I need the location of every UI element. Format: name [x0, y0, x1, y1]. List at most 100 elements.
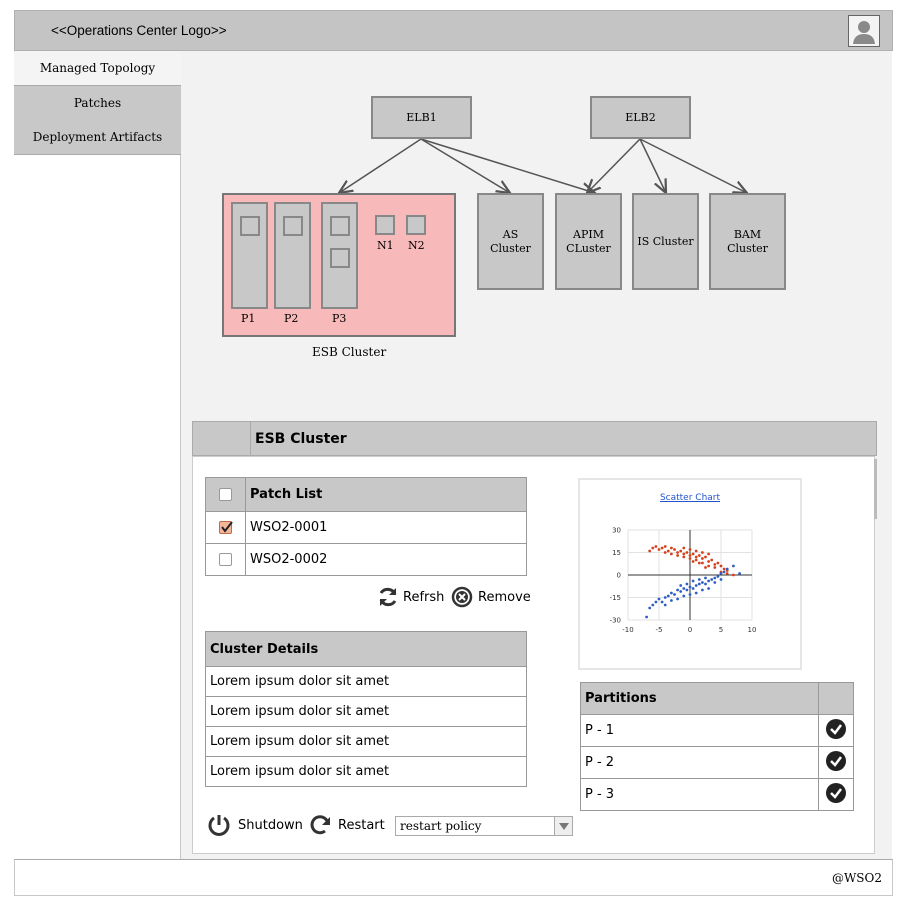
select-all-checkbox[interactable] — [219, 488, 232, 501]
data-point — [648, 606, 652, 610]
partition-status-cell — [818, 714, 854, 747]
check-circle-icon — [826, 718, 846, 739]
data-point — [707, 560, 710, 563]
patch-list-header: Patch List — [245, 477, 527, 512]
x-tick-label: 10 — [748, 626, 757, 634]
label-n1: N1 — [377, 239, 394, 252]
data-point — [657, 597, 661, 601]
as-cluster-node[interactable]: AS Cluster — [477, 193, 544, 290]
row-checkbox-cell[interactable] — [205, 511, 246, 544]
top-header: <<Operations Center Logo>> — [14, 10, 893, 51]
panel-scrollbar[interactable] — [874, 459, 877, 519]
partition-p1[interactable] — [231, 202, 268, 309]
data-point — [710, 578, 714, 581]
user-icon — [853, 21, 875, 44]
table-row: Lorem ipsum dolor sit amet — [205, 666, 527, 697]
data-point — [682, 587, 686, 590]
scatter-chart: -10 -5 0 5 10 30 15 0 -15 -30 — [610, 527, 757, 635]
y-tick-label: -30 — [610, 617, 621, 625]
bam-cluster-node[interactable]: BAM Cluster — [709, 193, 786, 290]
data-point — [691, 560, 695, 563]
sidebar-item-managed-topology[interactable]: Managed Topology — [14, 51, 181, 86]
data-point — [694, 549, 698, 553]
data-point — [654, 545, 658, 548]
data-point — [691, 579, 695, 583]
data-point — [701, 551, 704, 554]
p3-slot-1 — [330, 216, 350, 236]
data-point — [707, 564, 710, 568]
label-p3: P3 — [332, 312, 347, 325]
sidebar-item-patches[interactable]: Patches — [14, 86, 181, 121]
apim-cluster-node[interactable]: APIM CLuster — [555, 193, 622, 290]
panel-title: ESB Cluster — [255, 431, 347, 447]
header-divider — [250, 422, 251, 455]
node-n1[interactable] — [375, 215, 395, 235]
data-point — [688, 548, 692, 551]
table-row: Lorem ipsum dolor sit amet — [205, 756, 527, 787]
shutdown-button[interactable]: Shutdown — [207, 813, 303, 837]
data-point — [660, 546, 664, 550]
elb1-node[interactable]: ELB1 — [371, 96, 472, 139]
table-row[interactable]: WSO2-0002 — [205, 543, 527, 576]
label-p2: P2 — [284, 312, 299, 325]
data-point — [676, 554, 679, 557]
data-point — [676, 597, 679, 601]
esb-cluster-node[interactable]: P1 P2 P3 N1 N2 — [222, 193, 456, 337]
data-point — [738, 572, 741, 575]
table-row: Lorem ipsum dolor sit amet — [205, 696, 527, 727]
is-cluster-node[interactable]: IS Cluster — [632, 193, 699, 290]
operations-center-logo: <<Operations Center Logo>> — [51, 23, 227, 38]
patch-id: WSO2-0001 — [245, 511, 527, 544]
table-row[interactable]: WSO2-0001 — [205, 511, 527, 544]
label-p1: P1 — [241, 312, 256, 325]
data-point — [701, 581, 704, 584]
data-point — [704, 582, 707, 586]
remove-button[interactable]: Remove — [451, 586, 531, 608]
elb2-node[interactable]: ELB2 — [590, 96, 691, 139]
data-point — [725, 572, 729, 575]
x-tick-label: -5 — [656, 626, 663, 634]
table-row[interactable]: P - 1 — [580, 714, 854, 747]
x-tick-label: 5 — [719, 626, 723, 634]
data-point — [716, 561, 720, 565]
data-point — [682, 552, 686, 556]
row-checkbox-cell[interactable] — [205, 543, 246, 576]
chevron-down-icon — [559, 823, 569, 830]
select-all-cell[interactable] — [205, 477, 246, 512]
check-icon — [221, 521, 233, 533]
data-point — [648, 549, 652, 553]
partition-p3[interactable] — [321, 202, 358, 309]
data-point — [732, 573, 735, 577]
data-point — [707, 587, 710, 590]
restart-button[interactable]: Restart — [308, 813, 385, 837]
restart-policy-select[interactable]: restart policy — [395, 816, 573, 836]
data-point — [679, 549, 683, 553]
data-point — [688, 557, 692, 560]
data-point — [697, 582, 701, 586]
cluster-details-table: Cluster Details Lorem ipsum dolor sit am… — [205, 631, 527, 787]
y-tick-label: 15 — [612, 549, 621, 557]
sidebar-item-deployment-artifacts[interactable]: Deployment Artifacts — [14, 120, 181, 155]
refresh-icon — [379, 587, 397, 607]
data-point — [666, 594, 670, 598]
data-point — [660, 600, 664, 604]
data-point — [670, 552, 673, 556]
dropdown-toggle[interactable] — [554, 817, 572, 835]
partition-status-header — [818, 682, 854, 715]
table-row[interactable]: P - 2 — [580, 746, 854, 779]
patch-checkbox-checked[interactable] — [219, 521, 233, 534]
refresh-button[interactable]: Refrsh — [377, 586, 444, 608]
data-point — [697, 578, 701, 581]
data-point — [722, 570, 726, 574]
label-n2: N2 — [408, 239, 425, 252]
user-avatar[interactable] — [848, 15, 880, 47]
data-point — [719, 572, 723, 575]
patch-checkbox[interactable] — [219, 553, 232, 566]
y-tick-label: 0 — [617, 572, 621, 580]
partition-p2[interactable] — [274, 202, 311, 309]
data-point — [654, 600, 658, 604]
x-tick-label: -10 — [622, 626, 633, 634]
data-point — [707, 552, 710, 556]
table-row[interactable]: P - 3 — [580, 778, 854, 811]
node-n2[interactable] — [406, 215, 426, 235]
